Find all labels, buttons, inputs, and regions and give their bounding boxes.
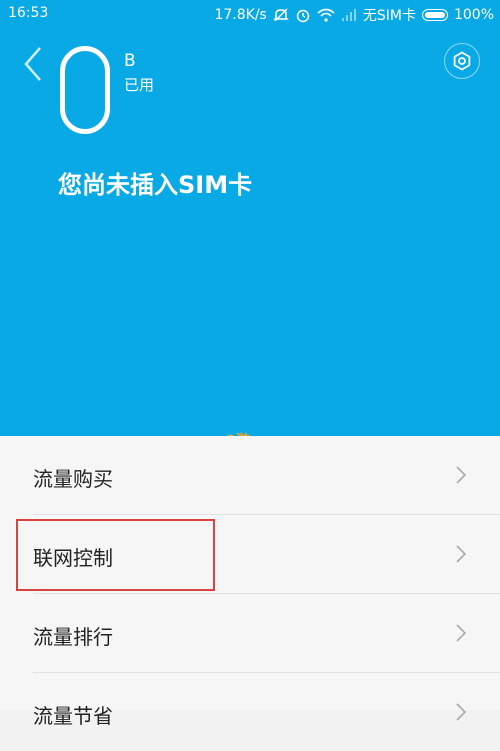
usage-header: 16:53 17.8K/s 无SIM卡 100% B 已用 您尚未插入SIM卡 (0, 0, 500, 436)
sim-message: 您尚未插入SIM卡 (58, 171, 253, 199)
chevron-right-icon (456, 466, 467, 484)
mute-icon (273, 7, 289, 23)
menu-item-label: 流量排行 (33, 625, 113, 649)
chevron-right-icon (456, 545, 467, 563)
wifi-icon (317, 8, 335, 22)
battery-icon (421, 9, 448, 21)
battery-level: 100% (453, 7, 494, 23)
menu-item-label: 流量节省 (33, 704, 113, 728)
signal-off-icon (341, 8, 357, 22)
highlight-box (16, 519, 215, 591)
menu-item-label: 流量购买 (33, 467, 113, 491)
chevron-right-icon (456, 703, 467, 721)
net-speed: 17.8K/s (214, 7, 267, 23)
menu-item-purchase[interactable]: 流量购买 (0, 436, 500, 514)
menu-item-saving[interactable]: 流量节省 (0, 673, 500, 751)
status-indicators: 17.8K/s 无SIM卡 100% (214, 5, 494, 25)
settings-button[interactable] (444, 43, 480, 79)
menu-item-ranking[interactable]: 流量排行 (0, 594, 500, 672)
usage-unit: B (124, 51, 136, 71)
gear-icon (453, 51, 471, 71)
alarm-icon (295, 7, 311, 23)
chevron-right-icon (456, 624, 467, 642)
chevron-left-icon (24, 47, 41, 81)
usage-label: 已用 (124, 76, 155, 94)
usage-value: 0 (54, 36, 133, 136)
status-time: 16:53 (8, 5, 49, 21)
sim-status: 无SIM卡 (362, 8, 416, 24)
back-button[interactable] (22, 44, 46, 84)
